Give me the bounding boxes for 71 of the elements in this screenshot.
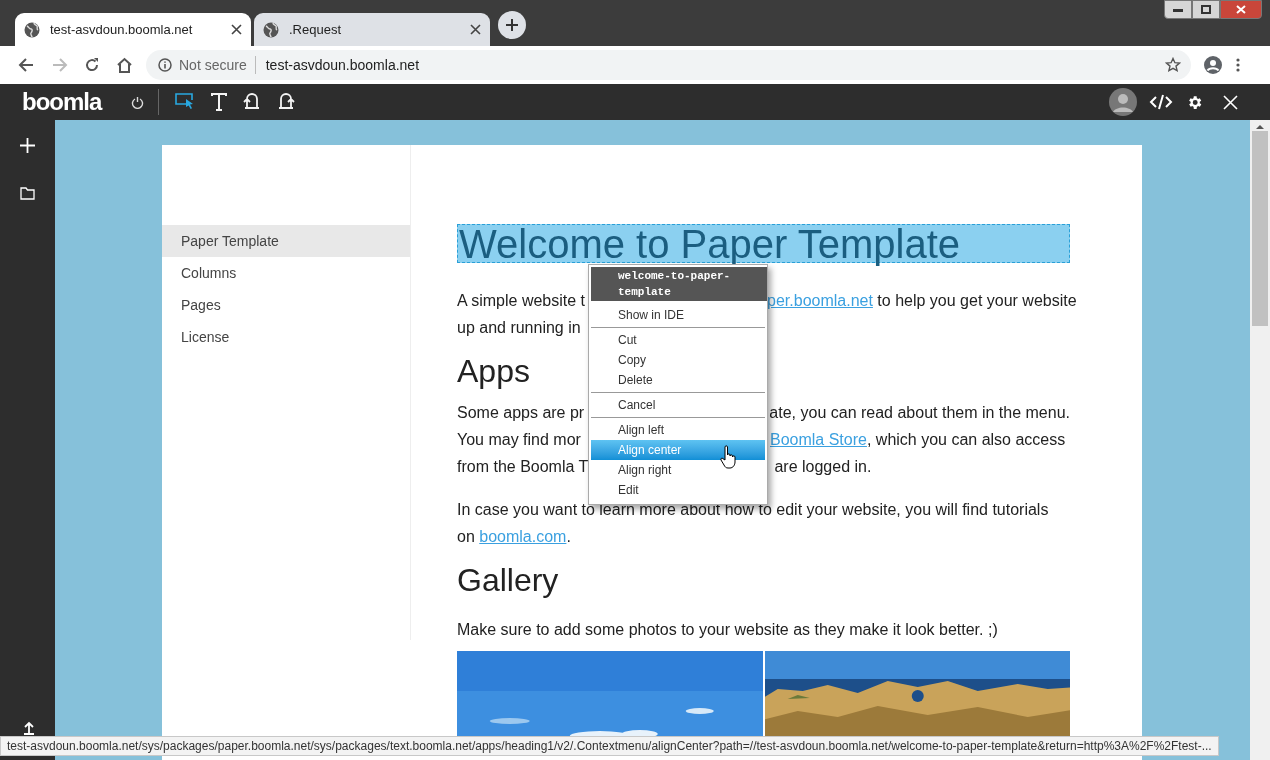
browser-tab[interactable]: .Request [254,13,490,46]
minimize-icon [1173,7,1183,12]
nav-item[interactable]: License [162,321,410,353]
logo: boomla [22,90,102,114]
plus-icon[interactable] [20,138,35,153]
power-icon[interactable] [131,95,145,109]
undo-icon [243,93,262,111]
select-tool-icon [175,93,196,111]
forward-arrow-icon [52,57,68,73]
menu-item[interactable]: Align right [591,460,765,480]
tab-title: .Request [289,20,343,39]
url-text: test-asvdoun.boomla.net [265,55,420,75]
upload-icon[interactable] [23,721,35,735]
globe-icon [24,21,40,38]
plus-icon [505,18,519,32]
account-icon[interactable] [1204,56,1222,74]
paragraph-text: A simple website t [457,290,586,311]
nav-item[interactable]: Paper Template [162,225,410,257]
new-tab-button[interactable] [498,11,526,39]
paragraph-text: up and running in [457,317,581,338]
menu-item[interactable]: Cut [591,330,765,350]
paragraph: In case you want to learn more about how to edit your website, you will find tutorials on boomla.com. [457,500,1050,547]
browser-tab[interactable]: test-asvdoun.boomla.net [15,13,251,46]
info-icon [158,58,172,72]
folder-icon[interactable] [20,187,35,200]
menu-item[interactable]: Edit [591,480,765,500]
scroll-up-icon[interactable] [1256,124,1264,129]
avatar[interactable] [1109,88,1137,116]
paragraph-text: You may find mor [457,429,581,450]
section-heading: Apps [457,352,530,391]
settings-icon[interactable] [1186,93,1203,111]
menu-title: welcome-to-paper-template [591,267,767,301]
paragraph-text: to help you get your website [876,290,1077,311]
scrollbar[interactable] [1250,120,1270,760]
security-label: Not secure [179,55,247,75]
close-icon[interactable] [1223,94,1238,110]
redo-icon [277,93,296,111]
address-bar[interactable]: Not secure test-asvdoun.boomla.net [146,50,1191,80]
maximize-button[interactable] [1192,0,1220,19]
nav-item[interactable]: Columns [162,257,410,289]
paragraph: Make sure to add some photos to your website as they make it look better. ;) [457,620,999,640]
more-options-icon[interactable] [1236,58,1240,72]
scrollbar-thumb[interactable] [1252,131,1268,326]
star-icon[interactable] [1165,57,1181,73]
code-icon[interactable] [1149,93,1173,111]
menu-item[interactable]: Copy [591,350,765,370]
close-tab-icon[interactable] [231,24,242,35]
menu-item[interactable]: Delete [591,370,765,390]
home-icon [115,57,133,73]
paragraph-text: ate, you can read about them in the menu. [769,402,1070,423]
minimize-button[interactable] [1164,0,1192,19]
nav-item[interactable]: Pages [162,289,410,321]
paragraph-text: are logged in. [773,456,872,477]
menu-item[interactable]: Cancel [591,395,765,415]
paragraph-text: , which you can also access [866,429,1066,450]
tab-title: test-asvdoun.boomla.net [50,20,194,39]
maximize-icon [1201,5,1211,14]
close-tab-icon[interactable] [470,24,481,35]
globe-icon [263,21,279,38]
close-icon [1236,5,1246,14]
status-bar-url: test-asvdoun.boomla.net/sys/packages/paper.boomla.net/sys/packages/text.boomla.net/apps/heading1/v2/.Contextmenu/alignCenter?path=//test-asvdoun.boomla.net/welcome-to-paper-template&return=http%3A%2F%2Ftest-... [0,736,1219,756]
back-arrow-icon [18,57,34,73]
tool-button[interactable] [211,90,228,114]
menu-item[interactable]: Show in IDE [591,305,765,325]
close-button[interactable] [1220,0,1262,19]
reload-icon [84,57,100,73]
paragraph-text: from the Boomla T [457,456,589,477]
paragraph-text: Some apps are pr [457,402,585,423]
menu-item[interactable]: Align left [591,420,765,440]
text-tool-icon [211,93,228,111]
section-heading: Gallery [457,561,559,600]
